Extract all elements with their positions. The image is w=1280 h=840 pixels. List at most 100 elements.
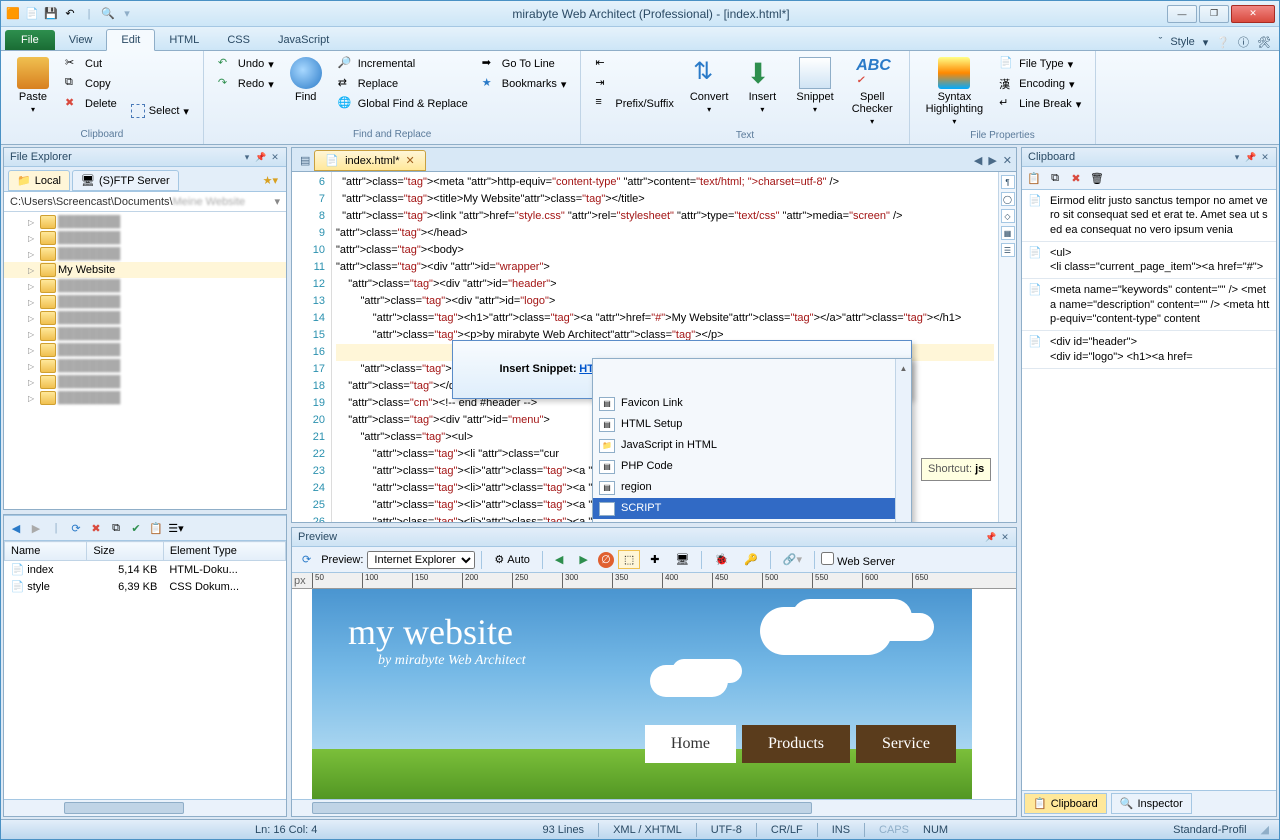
doc-close-icon[interactable]: ✕ — [406, 154, 415, 167]
tree-item[interactable]: ▷████████ — [4, 358, 286, 374]
check-icon[interactable]: ✔ — [127, 519, 145, 537]
file-row[interactable]: 📄 style6,39 KBCSS Dokum... — [5, 578, 286, 595]
qat-app-icon[interactable]: 🟧 — [5, 6, 21, 22]
tab-file[interactable]: File — [5, 30, 55, 50]
clip-clear-icon[interactable]: 🗑 — [1088, 170, 1106, 186]
preview-pin-icon[interactable]: 📌 — [986, 532, 996, 542]
panel-close-icon[interactable]: ✕ — [270, 152, 280, 162]
tree-item[interactable]: ▷████████ — [4, 342, 286, 358]
copy-button[interactable]: ⧉Copy — [61, 75, 121, 93]
options-icon[interactable]: 🛠 — [1257, 36, 1271, 49]
margin-icon-3[interactable]: ◇ — [1001, 209, 1015, 223]
help-icon[interactable]: ❔ — [1216, 36, 1230, 49]
indent-right-icon[interactable]: ⇥ — [591, 75, 678, 93]
refresh-icon[interactable]: ⟳ — [67, 519, 85, 537]
snippet-item[interactable]: ▤SCRIPT — [593, 498, 911, 519]
qat-undo-icon[interactable]: ↶ — [62, 6, 78, 22]
monitor-icon[interactable]: 🖥 — [669, 550, 695, 569]
status-encoding[interactable]: UTF-8 — [711, 824, 742, 836]
margin-icon-2[interactable]: ◯ — [1001, 192, 1015, 206]
margin-icon-4[interactable]: ▦ — [1001, 226, 1015, 240]
explorer-tab-ftp[interactable]: 🖥 (S)FTP Server — [72, 170, 179, 191]
tree-item[interactable]: ▷████████ — [4, 230, 286, 246]
explorer-tab-local[interactable]: 📁 Local — [8, 170, 70, 191]
preview-scrollbar[interactable] — [292, 799, 1016, 816]
favorites-icon[interactable]: ★▾ — [263, 174, 282, 187]
syntax-highlighting-button[interactable]: Syntax Highlighting▾ — [920, 55, 989, 128]
clip-copy-icon[interactable]: ⧉ — [1046, 170, 1064, 186]
file-list-scrollbar[interactable] — [4, 799, 286, 816]
snippet-button[interactable]: Snippet▾ — [790, 55, 839, 116]
tree-item[interactable]: ▷████████ — [4, 326, 286, 342]
explorer-path[interactable]: C:\Users\Screencast\Documents\Meine Webs… — [4, 192, 286, 212]
file-row[interactable]: 📄 index5,14 KBHTML-Doku... — [5, 561, 286, 579]
panel-dropdown-icon[interactable]: ▾ — [242, 152, 252, 162]
tree-item[interactable]: ▷████████ — [4, 390, 286, 406]
select-element-icon[interactable]: ⬚ — [618, 550, 640, 569]
paste-button[interactable]: Paste▾ — [11, 55, 55, 116]
tree-item[interactable]: ▷My Website — [4, 262, 286, 278]
indent-left-icon[interactable]: ⇤ — [591, 55, 678, 73]
snippet-item[interactable]: ▤PHP Code — [593, 456, 911, 477]
resize-grip-icon[interactable]: ◢ — [1261, 823, 1269, 836]
clipboard-item[interactable]: 📄Eirmod elitr justo sanctus tempor no am… — [1022, 190, 1276, 242]
tree-item[interactable]: ▷████████ — [4, 246, 286, 262]
site-menu-item[interactable]: Products — [742, 725, 850, 763]
doc-tab-menu-icon[interactable]: ▤ — [296, 154, 314, 167]
tab-view[interactable]: View — [55, 30, 107, 50]
preview-refresh-icon[interactable]: ⟳ — [296, 550, 317, 569]
spellcheck-button[interactable]: ABC✓Spell Checker▾ — [846, 55, 899, 128]
doc-close-all-icon[interactable]: ✕ — [1003, 154, 1012, 167]
clipboard-item[interactable]: 📄<ul><li class="current_page_item"><a hr… — [1022, 242, 1276, 280]
delete-file-icon[interactable]: ✖ — [87, 519, 105, 537]
snippet-item[interactable]: ▤Scrollable Text — [593, 519, 911, 522]
stop-icon[interactable]: ∅ — [598, 552, 614, 568]
qat-save-icon[interactable]: 💾 — [43, 6, 59, 22]
debug-icon[interactable]: 🐞 — [708, 550, 734, 569]
incremental-button[interactable]: 🔎Incremental — [334, 55, 472, 73]
tab-css[interactable]: CSS — [213, 30, 264, 50]
clip-pin-icon[interactable]: 📌 — [1246, 152, 1256, 162]
snippet-item[interactable]: ▤region — [593, 477, 911, 498]
webserver-checkbox[interactable]: Web Server — [821, 552, 895, 568]
auto-button[interactable]: ⚙ Auto — [488, 550, 536, 569]
status-doctype[interactable]: XML / XHTML — [613, 824, 682, 836]
tree-item[interactable]: ▷████████ — [4, 214, 286, 230]
tree-item[interactable]: ▷████████ — [4, 294, 286, 310]
inspector-tab[interactable]: 🔍 Inspector — [1111, 793, 1192, 814]
nav-back-icon[interactable]: ◀ — [549, 550, 569, 569]
clip-dropdown-icon[interactable]: ▾ — [1232, 152, 1242, 162]
cut-button[interactable]: ✂Cut — [61, 55, 121, 73]
doc-next-icon[interactable]: ▶ — [988, 154, 996, 167]
key-icon[interactable]: 🔑 — [738, 550, 764, 569]
select-button[interactable]: Select ▾ — [127, 103, 193, 119]
close-button[interactable]: ✕ — [1231, 5, 1275, 23]
global-find-button[interactable]: 🌐Global Find & Replace — [334, 95, 472, 113]
clip-paste-icon[interactable]: 📋 — [1025, 170, 1043, 186]
delete-button[interactable]: ✖Delete — [61, 95, 121, 113]
goto-line-button[interactable]: ➡Go To Line — [478, 55, 571, 73]
tree-item[interactable]: ▷████████ — [4, 374, 286, 390]
clipboard-item[interactable]: 📄<meta name="keywords" content="" /> <me… — [1022, 279, 1276, 331]
prefix-suffix-button[interactable]: ≡Prefix/Suffix — [591, 95, 678, 113]
nav-back-icon[interactable]: ◀ — [7, 519, 25, 537]
linebreak-button[interactable]: ↵Line Break ▾ — [995, 95, 1085, 113]
margin-icon-1[interactable]: ¶ — [1001, 175, 1015, 189]
snippet-menu[interactable]: ▤Favicon Link▤HTML Setup📁JavaScript in H… — [592, 358, 912, 522]
tab-javascript[interactable]: JavaScript — [264, 30, 343, 50]
doc-prev-icon[interactable]: ◀ — [974, 154, 982, 167]
convert-button[interactable]: ⇅Convert▾ — [684, 55, 735, 116]
encoding-button[interactable]: 漢Encoding ▾ — [995, 75, 1085, 93]
qat-new-icon[interactable]: 📄 — [24, 6, 40, 22]
add-icon[interactable]: ✚ — [644, 550, 665, 569]
clipboard-tab[interactable]: 📋 Clipboard — [1024, 793, 1107, 814]
clip-close-icon[interactable]: ✕ — [1260, 152, 1270, 162]
maximize-button[interactable]: ❐ — [1199, 5, 1229, 23]
paste-file-icon[interactable]: 📋 — [147, 519, 165, 537]
margin-icon-5[interactable]: ☰ — [1001, 243, 1015, 257]
link-icon[interactable]: 🔗▾ — [777, 550, 808, 569]
copy-file-icon[interactable]: ⧉ — [107, 519, 125, 537]
preview-close-icon[interactable]: ✕ — [1000, 532, 1010, 542]
style-dropdown[interactable]: Style — [1170, 36, 1194, 48]
tree-item[interactable]: ▷████████ — [4, 278, 286, 294]
